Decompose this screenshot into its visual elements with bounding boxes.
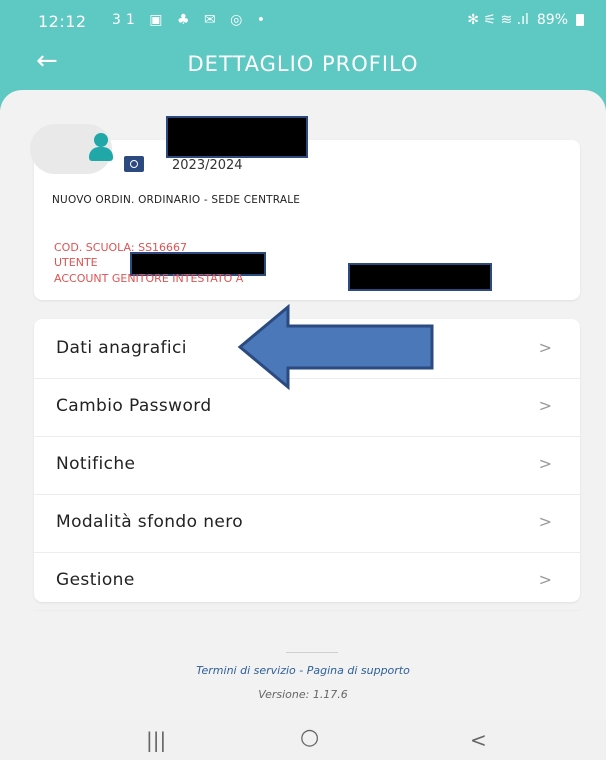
connectivity-icons: ✻ ⚟ ≋ .ıl	[467, 12, 529, 28]
user-label: UTENTE	[54, 256, 98, 269]
redacted-account-holder	[348, 263, 492, 291]
recent-apps-icon[interactable]: |||	[146, 728, 166, 752]
status-right: ✻ ⚟ ≋ .ıl 89%	[467, 12, 584, 28]
chevron-right-icon: >	[538, 338, 552, 357]
home-icon[interactable]: ○	[300, 725, 319, 750]
school-name: NUOVO ORDIN. ORDINARIO - SEDE CENTRALE	[52, 194, 301, 206]
school-year: 2023/2024	[172, 158, 243, 173]
user-body-icon	[89, 147, 113, 161]
system-nav-bar: ||| ○ <	[0, 720, 606, 760]
menu-item-modalita-sfondo-nero[interactable]: Modalità sfondo nero >	[34, 494, 580, 553]
redacted-name	[166, 116, 308, 158]
menu-item-gestione[interactable]: Gestione >	[34, 552, 580, 611]
account-label: ACCOUNT GENITORE INTESTATO A	[54, 272, 244, 285]
battery-icon	[576, 14, 584, 26]
chevron-right-icon: >	[538, 512, 552, 531]
annotation-arrow-icon	[237, 304, 434, 390]
menu-item-label: Dati anagrafici	[56, 338, 187, 358]
chevron-right-icon: >	[538, 396, 552, 415]
app-version: Versione: 1.17.6	[258, 688, 348, 698]
battery-level: 89%	[536, 12, 568, 28]
back-icon[interactable]: <	[470, 728, 487, 752]
app-bar: ← DETTAGLIO PROFILO	[0, 40, 606, 90]
status-bar: 12:12 31 ▣ ♣ ✉ ◎ • ✻ ⚟ ≋ .ıl 89%	[0, 0, 606, 40]
menu-item-label: Gestione	[56, 570, 135, 590]
page-title: DETTAGLIO PROFILO	[187, 52, 419, 76]
menu-item-notifiche[interactable]: Notifiche >	[34, 436, 580, 495]
user-icon	[94, 133, 108, 147]
status-time: 12:12	[38, 12, 87, 31]
menu-item-label: Cambio Password	[56, 396, 212, 416]
chevron-right-icon: >	[538, 454, 552, 473]
menu-item-label: Notifiche	[56, 454, 136, 474]
footer-links[interactable]: Termini di servizio - Pagina di supporto	[0, 664, 606, 677]
camera-icon[interactable]	[124, 156, 144, 172]
chevron-right-icon: >	[538, 570, 552, 589]
footer-divider	[286, 652, 338, 653]
menu-item-label: Modalità sfondo nero	[56, 512, 244, 532]
notification-icons: 31 ▣ ♣ ✉ ◎ •	[112, 12, 271, 28]
